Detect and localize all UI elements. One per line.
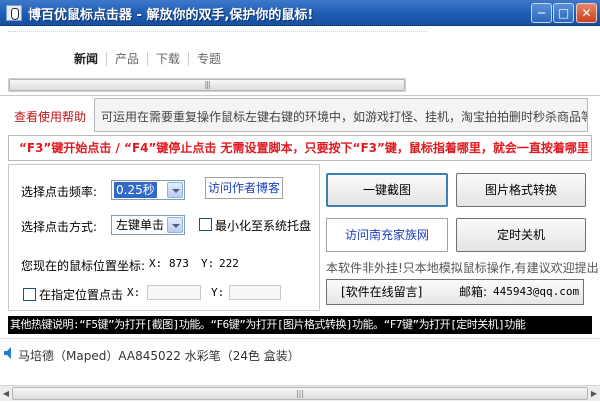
- title-bar: 博百优鼠标点击器 - 解放你的双手,保护你的鼠标! ─ □ ✕: [0, 0, 600, 26]
- bottom-scrollbar-thumb[interactable]: |||: [12, 387, 588, 400]
- web-clipped-row: [8, 26, 428, 32]
- click-settings-panel: 选择点击频率: 0.25秒 访问作者博客 选择点击方式: 左键单击 最小化至系统…: [8, 164, 320, 311]
- scroll-left-arrow-icon[interactable]: ◀: [1, 387, 11, 400]
- minimize-tray-label: 最小化至系统托盘: [215, 219, 312, 233]
- hotkey-hint-bar: 其他热键说明:“F5键”为打开[截图]功能。“F6键”为打开[图片格式转换]功能…: [8, 316, 592, 334]
- ad-link[interactable]: 马培德（Maped）AA845022 水彩笔（24色 盒装）: [18, 347, 300, 364]
- mouse-y-value: 222: [219, 257, 239, 270]
- mouse-position-label: 您现在的鼠标位置坐标:: [21, 259, 146, 273]
- email-label: 邮箱:: [459, 285, 488, 299]
- fixed-position-checkbox[interactable]: [23, 288, 36, 301]
- web-horizontal-scrollbar[interactable]: |||: [8, 78, 406, 92]
- help-description-box: 可运用在需要重复操作鼠标左键右键的环境中，如游戏打怪、挂机，淘宝拍拍删时秒杀商品…: [94, 98, 588, 132]
- mouse-icon: [6, 5, 22, 21]
- mouse-y-label: Y:: [201, 257, 215, 270]
- frequency-label: 选择点击频率:: [21, 185, 98, 199]
- speaker-icon: [4, 347, 11, 359]
- web-tab-topics[interactable]: 专题: [189, 52, 229, 66]
- image-format-convert-button[interactable]: 图片格式转换: [456, 173, 586, 207]
- email-value: 445943@qq.com: [493, 285, 580, 298]
- close-button[interactable]: ✕: [576, 3, 597, 23]
- bottom-horizontal-scrollbar[interactable]: ◀ ||| ▶: [0, 385, 600, 401]
- hotkey-banner: “F3”键开始点击 / “F4”键停止点击 无需设置脚本，只要按下“F3”键，鼠…: [8, 135, 592, 161]
- mode-label: 选择点击方式:: [21, 220, 98, 234]
- chevron-down-icon[interactable]: [167, 217, 183, 233]
- fixed-y-label: Y:: [211, 286, 225, 299]
- ad-area: 马培德（Maped）AA845022 水彩笔（24色 盒装） ◀ ||| ▶: [0, 338, 600, 402]
- frequency-value: 0.25秒: [114, 182, 157, 198]
- web-scrollbar-thumb[interactable]: |||: [9, 79, 405, 91]
- mouse-x-value: 873: [169, 257, 189, 270]
- web-tab-news[interactable]: 新闻: [74, 52, 108, 66]
- feedback-label: [软件在线留言]: [341, 285, 423, 299]
- notice-text: 本软件非外挂!只本地模拟鼠标操作,有建议欢迎提出: [326, 261, 599, 275]
- fixed-x-label: X:: [127, 286, 141, 299]
- embedded-web-view: 新闻 产品 下载 专题 |||: [0, 26, 600, 96]
- visit-site-button[interactable]: 访问南充家族网: [326, 218, 448, 252]
- help-link[interactable]: 查看使用帮助: [14, 108, 86, 125]
- maximize-button[interactable]: □: [553, 3, 574, 23]
- click-mode-select[interactable]: 左键单击: [111, 215, 185, 235]
- mouse-x-label: X:: [149, 257, 163, 270]
- minimize-tray-checkbox[interactable]: [199, 218, 212, 231]
- click-mode-value: 左键单击: [116, 218, 165, 232]
- web-tab-downloads[interactable]: 下载: [148, 52, 190, 66]
- web-tab-bar: 新闻 产品 下载 专题: [74, 52, 229, 66]
- web-tab-products[interactable]: 产品: [107, 52, 149, 66]
- screenshot-button[interactable]: 一键截图: [326, 173, 448, 207]
- window-title: 博百优鼠标点击器 - 解放你的双手,保护你的鼠标!: [28, 8, 314, 23]
- fixed-x-input[interactable]: [147, 285, 201, 300]
- feedback-button[interactable]: [软件在线留言] 邮箱: 445943@qq.com: [326, 279, 584, 305]
- scroll-right-arrow-icon[interactable]: ▶: [589, 387, 599, 400]
- chevron-down-icon[interactable]: [167, 182, 183, 198]
- shutdown-timer-button[interactable]: 定时关机: [456, 218, 586, 252]
- minimize-button[interactable]: ─: [531, 3, 552, 23]
- author-blog-button[interactable]: 访问作者博客: [205, 177, 283, 199]
- frequency-select[interactable]: 0.25秒: [111, 180, 185, 200]
- fixed-y-input[interactable]: [229, 285, 281, 300]
- fixed-position-label: 在指定位置点击: [39, 288, 124, 302]
